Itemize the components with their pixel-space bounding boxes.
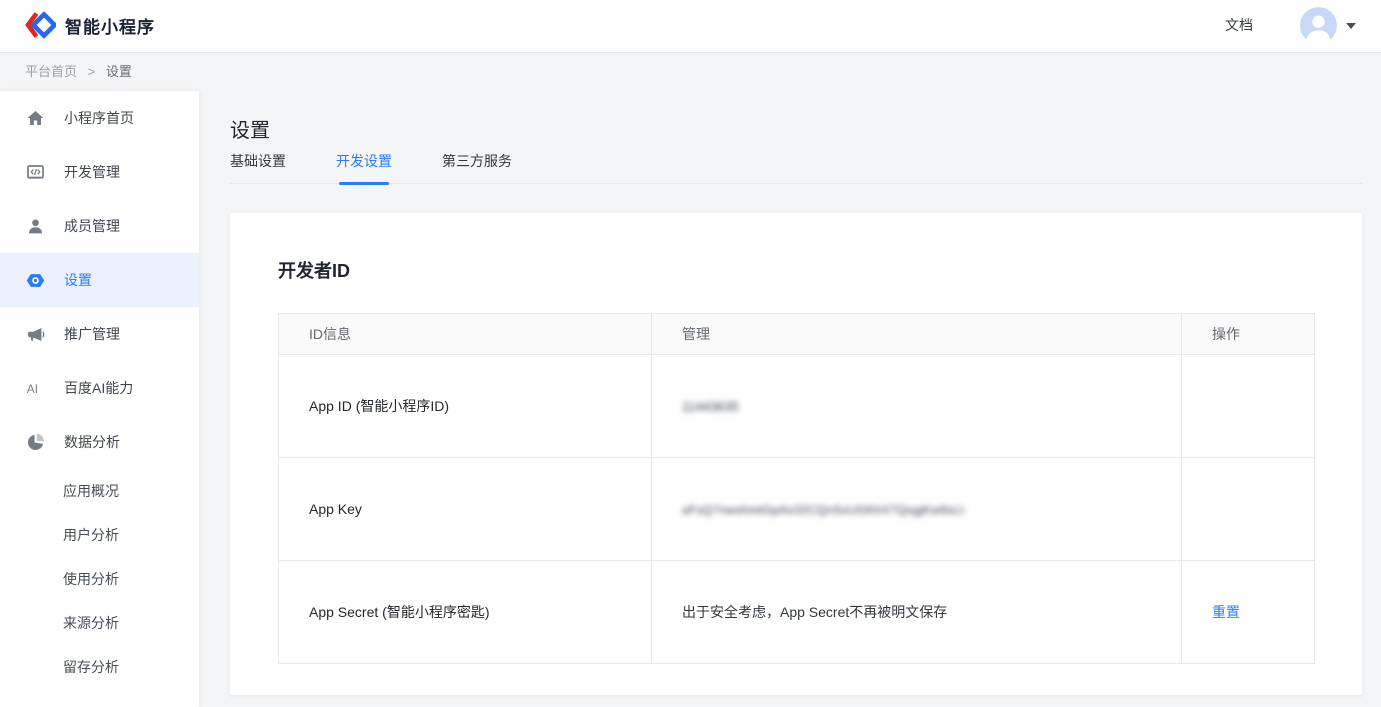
sidebar-item-settings[interactable]: 设置 xyxy=(0,253,199,307)
sidebar-item-label: 设置 xyxy=(64,270,92,290)
sidebar-item-home[interactable]: 小程序首页 xyxy=(0,91,199,145)
top-header: 智能小程序 文档 xyxy=(0,0,1381,53)
tab-2[interactable]: 第三方服务 xyxy=(442,152,512,183)
sidebar-subitem[interactable]: 用户分析 xyxy=(0,513,199,557)
sidebar-nav: 小程序首页 开发管理 成员管理 设置 推广管理 AI 百度AI能力 数据分析 xyxy=(0,91,199,469)
tab-1[interactable]: 开发设置 xyxy=(336,152,392,183)
action-cell xyxy=(1182,355,1315,458)
sidebar-subitem[interactable]: 留存分析 xyxy=(0,645,199,689)
breadcrumb: 平台首页 > 设置 xyxy=(0,52,132,91)
page-title: 设置 xyxy=(230,114,270,143)
card-title: 开发者ID xyxy=(278,257,1362,283)
sidebar-item-pie-chart[interactable]: 数据分析 xyxy=(0,415,199,469)
table-row: App ID (智能小程序ID) 11443635 xyxy=(279,355,1315,458)
brand-title: 智能小程序 xyxy=(65,13,155,38)
action-cell xyxy=(1182,458,1315,561)
ai-icon: AI xyxy=(25,378,45,398)
value-cell: aFsQ7nwshmtGpAs32CQnSxUGKhX7QsgjKw9sLt xyxy=(652,458,1182,561)
breadcrumb-home[interactable]: 平台首页 xyxy=(25,64,77,79)
svg-text:AI: AI xyxy=(26,381,37,395)
app-screen: 智能小程序 文档 平台首页 > 设置 小程序首页 开发管理 成员管理 设置 xyxy=(0,0,1381,707)
sidebar-item-label: 推广管理 xyxy=(64,324,120,344)
sidebar-item-code[interactable]: 开发管理 xyxy=(0,145,199,199)
id-info-cell: App Key xyxy=(279,458,652,561)
sidebar: 小程序首页 开发管理 成员管理 设置 推广管理 AI 百度AI能力 数据分析 应… xyxy=(0,91,199,707)
settings-tabs: 基础设置 开发设置 第三方服务 xyxy=(230,152,1362,184)
code-icon xyxy=(25,162,45,182)
breadcrumb-current: 设置 xyxy=(106,64,132,79)
id-info-cell: App Secret (智能小程序密匙) xyxy=(279,561,652,664)
table-row: App Secret (智能小程序密匙) 出于安全考虑，App Secret不再… xyxy=(279,561,1315,664)
home-icon xyxy=(25,108,45,128)
sidebar-item-label: 百度AI能力 xyxy=(64,378,133,398)
sidebar-item-ai[interactable]: AI 百度AI能力 xyxy=(0,361,199,415)
pie-chart-icon xyxy=(25,432,45,452)
sidebar-subitem[interactable]: 使用分析 xyxy=(0,557,199,601)
tab-0[interactable]: 基础设置 xyxy=(230,152,286,183)
member-icon xyxy=(25,216,45,236)
table-column-header: 管理 xyxy=(652,314,1182,355)
table-column-header: ID信息 xyxy=(279,314,652,355)
breadcrumb-separator: > xyxy=(88,64,96,79)
sidebar-subitem[interactable]: 来源分析 xyxy=(0,601,199,645)
developer-id-table: ID信息管理操作 App ID (智能小程序ID) 11443635 App K… xyxy=(278,313,1315,664)
action-cell: 重置 xyxy=(1182,561,1315,664)
table-column-header: 操作 xyxy=(1182,314,1315,355)
sidebar-item-label: 小程序首页 xyxy=(64,108,134,128)
sidebar-item-label: 数据分析 xyxy=(64,432,120,452)
user-avatar-icon[interactable] xyxy=(1300,7,1337,44)
id-info-cell: App ID (智能小程序ID) xyxy=(279,355,652,458)
sidebar-item-megaphone[interactable]: 推广管理 xyxy=(0,307,199,361)
settings-icon xyxy=(25,270,45,290)
brand[interactable]: 智能小程序 xyxy=(24,10,155,40)
sidebar-subitem[interactable]: 应用概况 xyxy=(0,469,199,513)
docs-link[interactable]: 文档 xyxy=(1225,15,1253,35)
sidebar-item-member[interactable]: 成员管理 xyxy=(0,199,199,253)
value-cell: 出于安全考虑，App Secret不再被明文保存 xyxy=(652,561,1182,664)
brand-logo-icon xyxy=(24,10,56,40)
reset-link[interactable]: 重置 xyxy=(1212,604,1240,620)
megaphone-icon xyxy=(25,324,45,344)
sidebar-subnav: 应用概况 用户分析 使用分析 来源分析 留存分析 xyxy=(0,469,199,689)
chevron-down-icon[interactable] xyxy=(1346,23,1356,34)
value-cell: 11443635 xyxy=(652,355,1182,458)
sidebar-item-label: 成员管理 xyxy=(64,216,120,236)
table-header-row: ID信息管理操作 xyxy=(279,314,1315,355)
sidebar-item-label: 开发管理 xyxy=(64,162,120,182)
developer-id-card: 开发者ID ID信息管理操作 App ID (智能小程序ID) 11443635… xyxy=(230,213,1362,695)
table-row: App Key aFsQ7nwshmtGpAs32CQnSxUGKhX7Qsgj… xyxy=(279,458,1315,561)
